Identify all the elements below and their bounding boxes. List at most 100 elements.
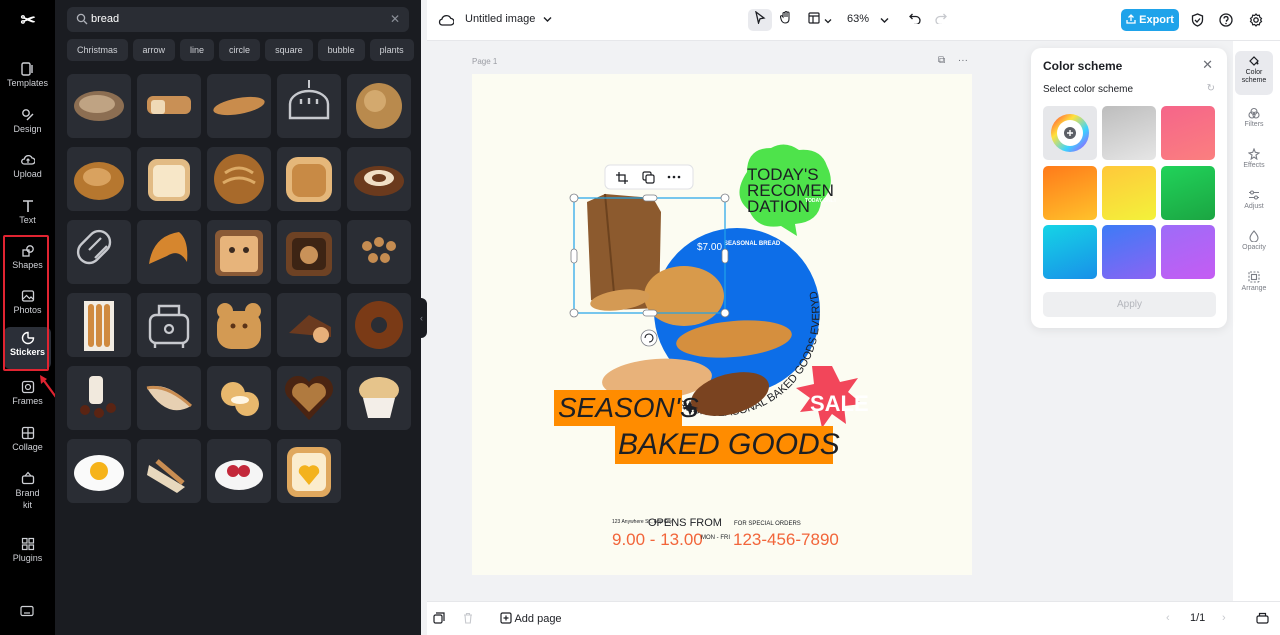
undo-button[interactable] — [903, 9, 927, 31]
keyboard-icon[interactable] — [20, 604, 34, 622]
sticker-bear-bread[interactable] — [207, 293, 271, 357]
tool-arrange[interactable]: Arrange — [1235, 267, 1273, 305]
tool-effects[interactable]: Effects — [1235, 144, 1273, 182]
zoom-level[interactable]: 63% — [847, 13, 869, 25]
sticker-toaster-outline[interactable] — [137, 293, 201, 357]
layers-icon[interactable] — [433, 612, 445, 624]
duplicate-page-icon[interactable]: ⧉ — [938, 55, 945, 66]
add-page-button[interactable]: Add page — [500, 612, 562, 625]
more-icon[interactable]: ··· — [958, 55, 968, 66]
trash-icon[interactable] — [462, 612, 474, 624]
sticker-toast-loaf[interactable] — [137, 147, 201, 211]
sticker-fried-egg[interactable] — [67, 439, 131, 503]
capcut-logo[interactable]: ✂ — [16, 10, 40, 30]
next-page-icon[interactable]: › — [1222, 612, 1226, 624]
sticker-bread-roll-outline[interactable] — [67, 220, 131, 284]
page-count: 1/1 — [1190, 612, 1206, 624]
chip-plants[interactable]: plants — [369, 39, 414, 61]
arrange-icon — [1248, 271, 1260, 283]
cloud-save-icon[interactable] — [438, 13, 454, 27]
sticker-cat-toast[interactable] — [207, 220, 271, 284]
sticker-sourdough[interactable] — [207, 147, 271, 211]
color-wheel-icon — [1051, 114, 1089, 152]
sticker-bread-rolls[interactable] — [347, 220, 411, 284]
nav-design[interactable]: Design — [4, 104, 51, 146]
apply-button[interactable]: Apply — [1043, 292, 1216, 317]
search-box[interactable]: bread ✕ — [67, 7, 409, 32]
sticker-baguettes-bag[interactable] — [67, 293, 131, 357]
pages-panel-icon[interactable] — [1256, 612, 1269, 624]
hand-tool-button[interactable] — [774, 9, 798, 31]
sticker-cupcake[interactable] — [347, 366, 411, 430]
swatch-blue[interactable] — [1102, 225, 1156, 279]
sticker-sliced-bread[interactable] — [137, 74, 201, 138]
design-icon — [21, 109, 33, 121]
close-icon[interactable]: ✕ — [1202, 57, 1213, 73]
swatch-cyan[interactable] — [1043, 225, 1097, 279]
sticker-baguette[interactable] — [207, 74, 271, 138]
gear-icon[interactable] — [1249, 13, 1263, 27]
nav-collage[interactable]: Collage — [4, 422, 51, 464]
swatch-pink[interactable] — [1161, 106, 1215, 160]
zoom-chevron-icon[interactable] — [880, 17, 889, 24]
swatch-yellow[interactable] — [1102, 166, 1156, 220]
swatch-green[interactable] — [1161, 166, 1215, 220]
nav-brand-kit[interactable]: Brand kit — [4, 467, 51, 513]
design-page[interactable]: FRESH SEASONAL BAKED GOODS EVERYDAY TODA… — [472, 74, 972, 575]
nav-label: Brand kit — [15, 488, 40, 510]
tool-adjust[interactable]: Adjust — [1235, 185, 1273, 223]
chip-arrow[interactable]: arrow — [132, 39, 176, 61]
sticker-cream-puffs[interactable] — [207, 366, 271, 430]
chip-bubble[interactable]: bubble — [317, 39, 365, 61]
bottom-bar: Add page ‹ 1/1 › — [427, 601, 1280, 635]
select-tool-button[interactable] — [748, 9, 772, 31]
shield-icon[interactable] — [1191, 13, 1204, 27]
tool-opacity[interactable]: Opacity — [1235, 226, 1273, 264]
redo-button[interactable] — [929, 9, 953, 31]
chip-christmas[interactable]: Christmas — [67, 39, 128, 61]
swatch-gray[interactable] — [1102, 106, 1156, 160]
sticker-toast-peanut[interactable] — [277, 147, 341, 211]
export-button[interactable]: Export — [1121, 9, 1179, 31]
nav-upload[interactable]: Upload — [4, 149, 51, 191]
nav-templates[interactable]: Templates — [4, 58, 51, 100]
sticker-crusty-bread[interactable] — [67, 147, 131, 211]
collage-icon — [21, 426, 34, 440]
collapse-panel-handle[interactable]: ‹ — [416, 298, 427, 338]
nav-text[interactable]: Text — [4, 195, 51, 237]
sticker-bread-loaf-sliced[interactable] — [67, 74, 131, 138]
prev-page-icon[interactable]: ‹ — [1166, 612, 1170, 624]
days-text: MON - FRI — [701, 535, 730, 541]
nav-plugins[interactable]: Plugins — [4, 533, 51, 575]
tool-color-scheme[interactable]: Color scheme — [1235, 51, 1273, 95]
sticker-bread-outline[interactable] — [277, 74, 341, 138]
brand-kit-icon — [21, 471, 34, 485]
sticker-chocolate-cake[interactable] — [277, 293, 341, 357]
tool-label: Filters — [1244, 121, 1264, 128]
sticker-round-loaf[interactable] — [347, 74, 411, 138]
swatch-custom-wheel[interactable] — [1043, 106, 1097, 160]
sticker-strawberry-plate[interactable] — [207, 439, 271, 503]
sticker-heart-chocolate[interactable] — [277, 366, 341, 430]
search-input[interactable]: bread — [91, 13, 119, 25]
help-icon[interactable] — [1219, 13, 1233, 27]
swatch-orange[interactable] — [1043, 166, 1097, 220]
sticker-cinnamon-roll[interactable] — [347, 147, 411, 211]
sticker-croissant[interactable] — [137, 220, 201, 284]
chip-square[interactable]: square — [265, 39, 313, 61]
sticker-bear-toast[interactable] — [277, 220, 341, 284]
reset-icon[interactable]: ↻ — [1207, 83, 1215, 94]
sticker-donut[interactable] — [347, 293, 411, 357]
sticker-milk-cookies[interactable] — [67, 366, 131, 430]
swatch-purple[interactable] — [1161, 225, 1215, 279]
tool-filters[interactable]: Filters — [1235, 103, 1273, 141]
document-title[interactable]: Untitled image — [465, 13, 535, 25]
layout-dropdown[interactable] — [804, 9, 836, 31]
sticker-crepe[interactable] — [137, 366, 201, 430]
chip-circle[interactable]: circle — [219, 39, 261, 61]
clear-icon[interactable]: ✕ — [390, 12, 400, 26]
chip-line[interactable]: line — [180, 39, 215, 61]
sticker-egg-toast[interactable] — [277, 439, 341, 503]
chevron-down-icon[interactable] — [543, 16, 552, 23]
sticker-baguette-bag[interactable] — [137, 439, 201, 503]
